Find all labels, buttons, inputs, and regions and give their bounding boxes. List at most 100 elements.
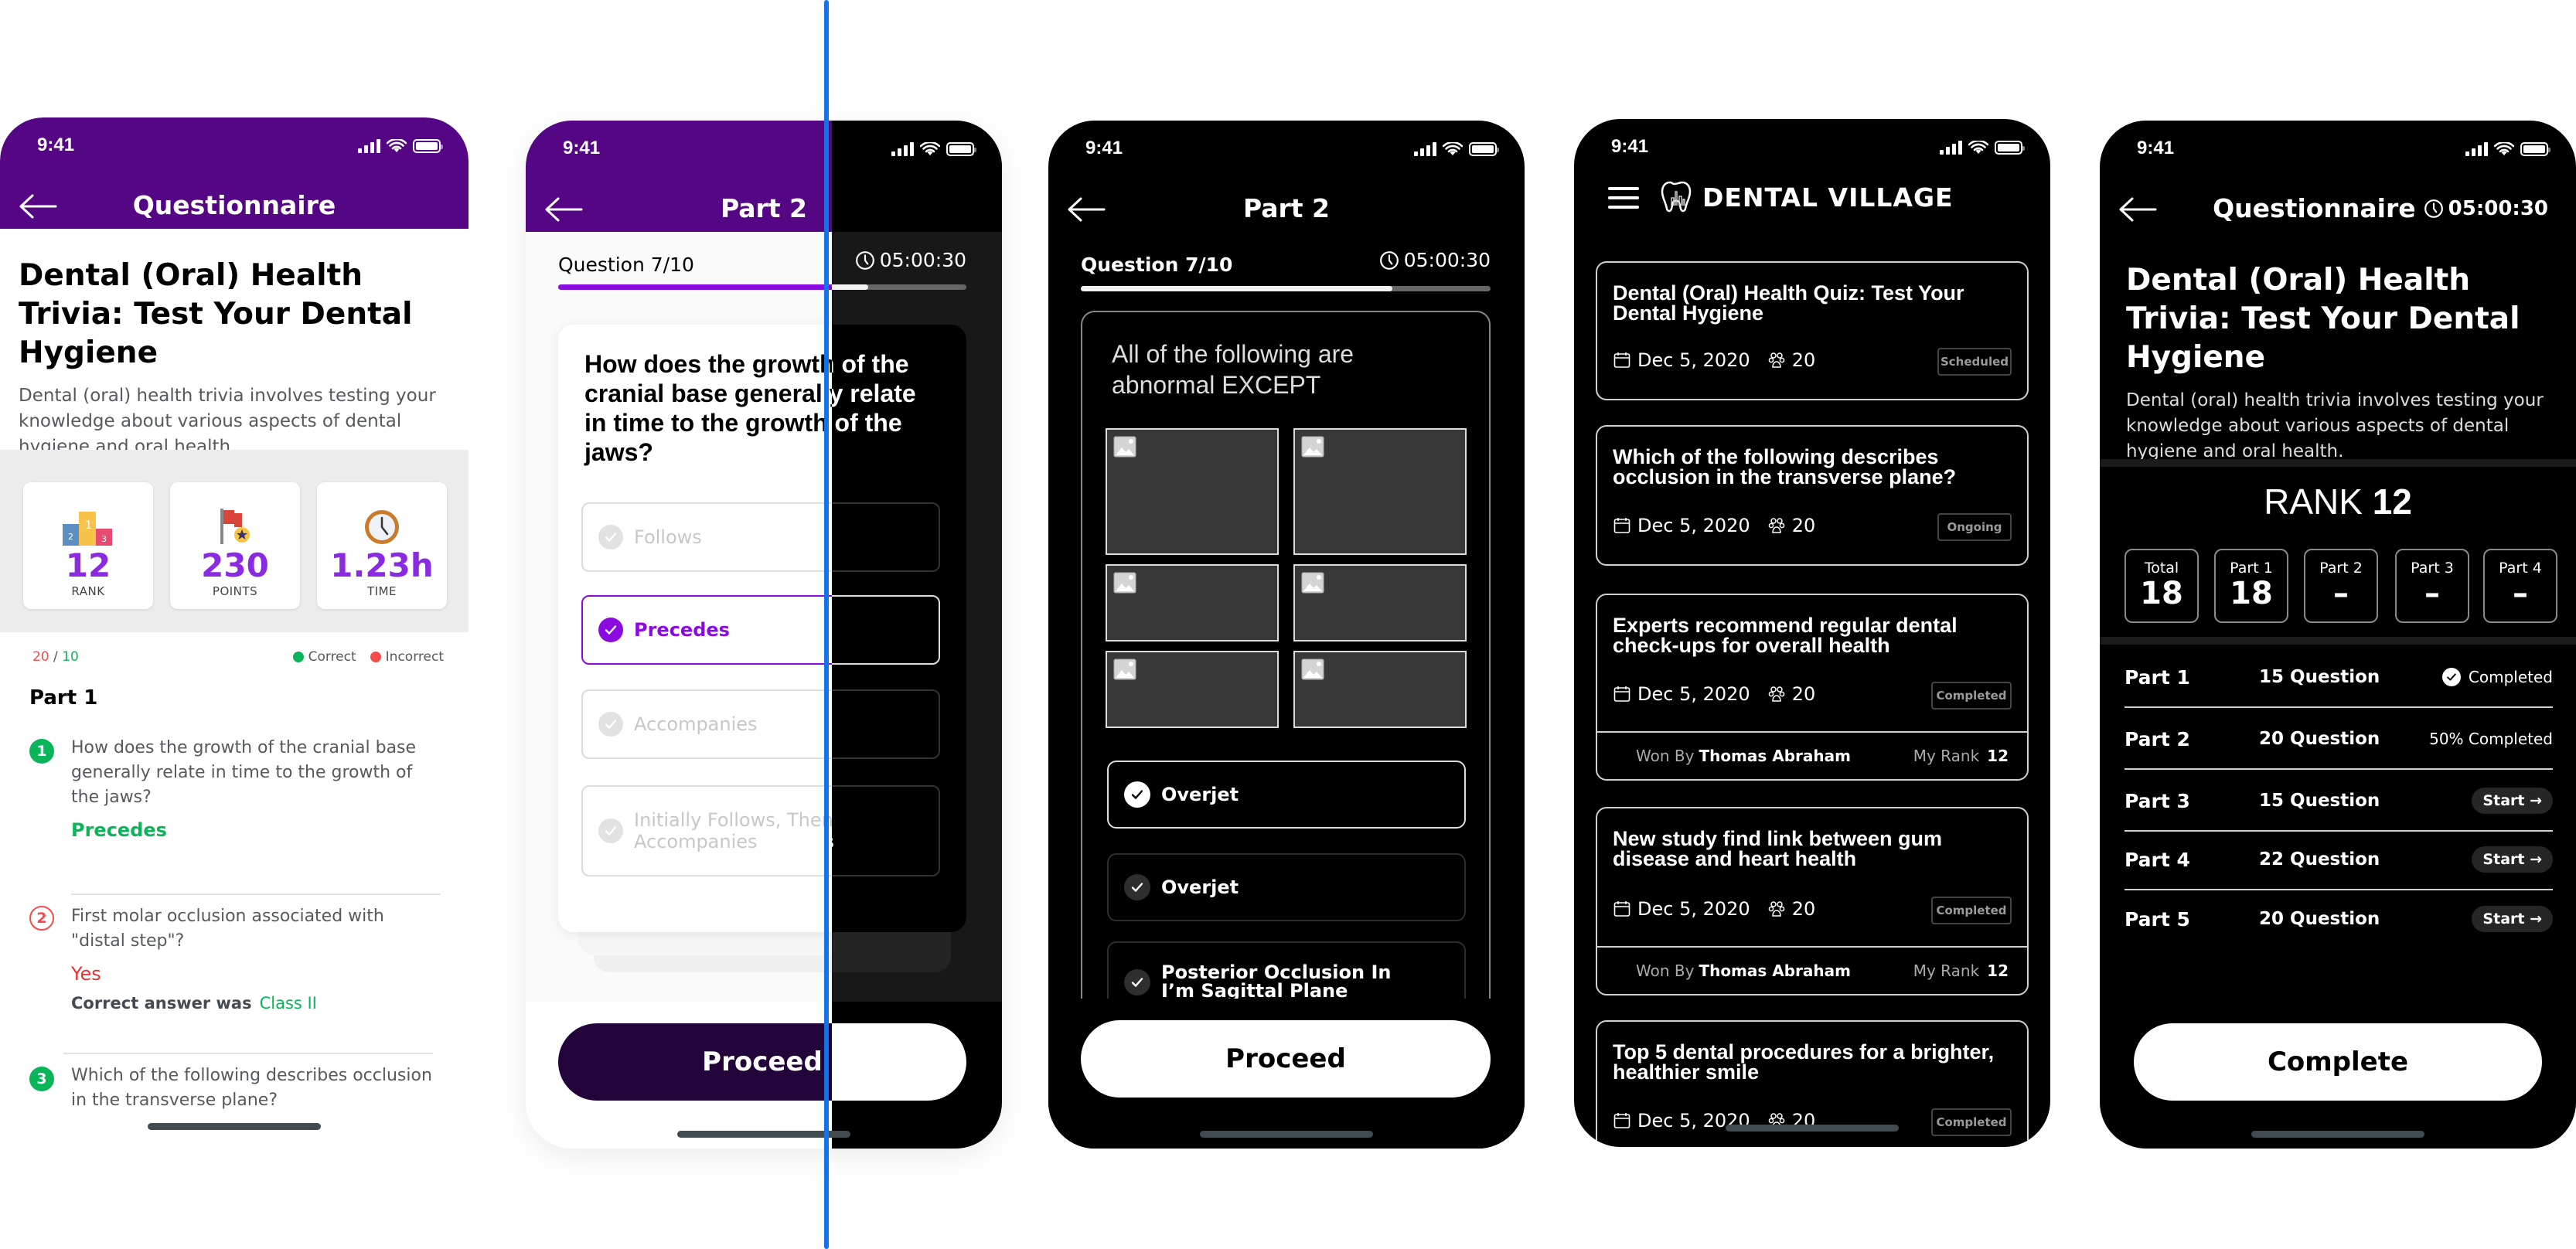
rank-box: Part 4– <box>2483 549 2557 623</box>
option-label: Accompanies <box>634 713 758 735</box>
status-badge: Completed <box>1931 1108 2012 1136</box>
proceed-button[interactable]: Proceed <box>1081 1020 1491 1098</box>
answer-option-selected[interactable]: Overjet <box>1107 761 1466 829</box>
quiz-card[interactable]: Dental (Oral) Health Quiz: Test Your Den… <box>1596 261 2029 400</box>
image-option[interactable] <box>1106 651 1279 728</box>
answer-option[interactable] <box>832 502 940 572</box>
check-icon <box>598 818 623 843</box>
tooth-logo-icon <box>1661 181 1692 213</box>
image-placeholder-icon <box>1301 659 1324 680</box>
proceed-button[interactable] <box>832 1023 966 1101</box>
timer-value: 05:00:30 <box>2448 196 2548 220</box>
battery-icon <box>946 142 976 156</box>
start-part-button[interactable]: Start → <box>2472 846 2553 873</box>
status-time: 9:41 <box>1085 138 1123 158</box>
svg-text:3: 3 <box>101 534 107 544</box>
progress-fill <box>832 284 869 290</box>
wifi-icon <box>1968 141 1988 155</box>
answer-option-selected[interactable] <box>832 595 940 665</box>
question-text: All of the following are abnormal EXCEPT <box>1112 340 1354 399</box>
svg-text:1: 1 <box>85 519 92 532</box>
stat-label: POINTS <box>212 584 258 598</box>
option-label: Precedes <box>634 619 730 641</box>
answer-option[interactable]: Initially Follows, Then Accompanies <box>832 785 940 876</box>
my-rank-value: 12 <box>1987 747 2009 765</box>
nav-title: Questionnaire <box>2213 193 2416 223</box>
image-question-screen: 9:41 Part 2 Question 7/10 05:00:30 All o… <box>1048 121 1525 1149</box>
progress-fill <box>558 284 869 290</box>
results-screen: 9:41 Questionnaire Dental (Oral) Health … <box>0 117 469 1147</box>
participants-icon <box>1767 516 1786 535</box>
answer-option[interactable] <box>832 689 940 759</box>
incorrect-count: 20 <box>32 649 49 665</box>
status-badge: Scheduled <box>1937 348 2012 376</box>
score-summary: 20 / 10 <box>32 649 79 665</box>
complete-button[interactable]: Complete <box>2134 1023 2542 1101</box>
answer-option[interactable]: Overjet <box>1107 853 1466 921</box>
start-part-button[interactable]: Start → <box>2472 788 2553 814</box>
rank-box-label: Part 4 <box>2499 560 2542 577</box>
nav-title-group: Questionnaire 05:00:30 <box>2213 193 2548 223</box>
stat-value: 1.23h <box>330 546 434 584</box>
image-option[interactable] <box>1293 564 1467 642</box>
image-option[interactable] <box>1293 651 1467 728</box>
quiz-date: Dec 5, 2020 <box>1637 515 1750 536</box>
correct-answer-value: Class II <box>259 994 317 1012</box>
image-option[interactable] <box>1106 428 1279 555</box>
part-name: Part 4 <box>2125 848 2190 871</box>
stats-panel: 2 13 12 RANK 230 POINTS 1.23h TIME <box>0 450 469 632</box>
quiz-card-footer: Won By Thomas Abraham My Rank 12 <box>1597 731 2027 779</box>
part-heading: Part 1 <box>29 686 98 710</box>
part-status-label: 50% Completed <box>2429 730 2553 748</box>
participants-icon <box>1767 685 1786 703</box>
my-rank-label: My Rank <box>1913 747 1980 765</box>
question-text: How does the growth of the cranial base … <box>71 738 417 807</box>
image-option[interactable] <box>1106 564 1279 642</box>
quiz-card[interactable]: New study find link between gum disease … <box>1596 807 2029 995</box>
wifi-icon <box>2494 142 2514 156</box>
question-item[interactable]: 2 First molar occlusion associated with … <box>28 898 441 1012</box>
part-question-count: 15 Question <box>2259 791 2380 811</box>
brand-logo: DENTAL VILLAGE <box>1661 181 1954 213</box>
back-arrow-icon[interactable] <box>2118 196 2157 223</box>
question-item[interactable]: 1 How does the growth of the cranial bas… <box>28 736 441 841</box>
legend-correct-label: Correct <box>308 649 356 665</box>
svg-text:2: 2 <box>68 532 73 542</box>
timer: 05:00:30 <box>1379 249 1491 271</box>
quiz-card[interactable]: Experts recommend regular dental check-u… <box>1596 594 2029 781</box>
divider <box>63 1053 433 1054</box>
part-status: Completed <box>2441 668 2553 686</box>
wifi-icon <box>387 139 407 153</box>
correct-answer-line: Correct answer was Class II <box>71 994 441 1012</box>
quiz-description: Dental (oral) health trivia involves tes… <box>2126 390 2544 461</box>
image-option[interactable] <box>1293 428 1467 555</box>
winner: Won By Thomas Abraham <box>1636 961 1851 980</box>
calendar-icon <box>1613 516 1631 535</box>
quiz-card[interactable]: Which of the following describes occlusi… <box>1596 425 2029 566</box>
rank-box: Part 2– <box>2304 549 2378 623</box>
participants-icon <box>1767 351 1786 369</box>
signal-icon <box>2465 142 2488 156</box>
participant-count: 20 <box>1791 683 1816 705</box>
image-placeholder-icon <box>1301 572 1324 594</box>
won-by-label: Won By <box>1636 747 1695 765</box>
option-label: Overjet <box>1161 784 1239 805</box>
question-number-badge: 1 <box>29 739 54 764</box>
status-bar: 9:41 <box>1048 121 1525 182</box>
quiz-title: Dental (Oral) Health Trivia: Test Your D… <box>2126 263 2520 375</box>
rank-box: Part 1 18 <box>2214 549 2288 623</box>
rank-box-value: 18 <box>2140 576 2183 611</box>
timer-value: 05:00:30 <box>1403 249 1491 271</box>
quiz-feed-screen: 9:41 DENTAL VILLAGE Dental (Oral) Health… <box>1574 119 2050 1147</box>
rank-label: RANK <box>2264 482 2363 522</box>
comparison-slider-handle[interactable] <box>824 0 829 1249</box>
rank-box-value: – <box>2513 576 2528 611</box>
hamburger-menu-icon[interactable] <box>1608 187 1639 212</box>
timer: 05:00:30 <box>855 249 966 271</box>
part-name: Part 2 <box>2125 727 2190 750</box>
battery-icon <box>413 139 443 153</box>
quiz-summary-screen: 9:41 Questionnaire 05:00:30 Dental (Oral… <box>2100 121 2576 1149</box>
start-part-button[interactable]: Start → <box>2472 906 2553 932</box>
rank-box-value: – <box>2424 576 2440 611</box>
question-item[interactable]: 3 Which of the following describes occlu… <box>28 1057 441 1113</box>
